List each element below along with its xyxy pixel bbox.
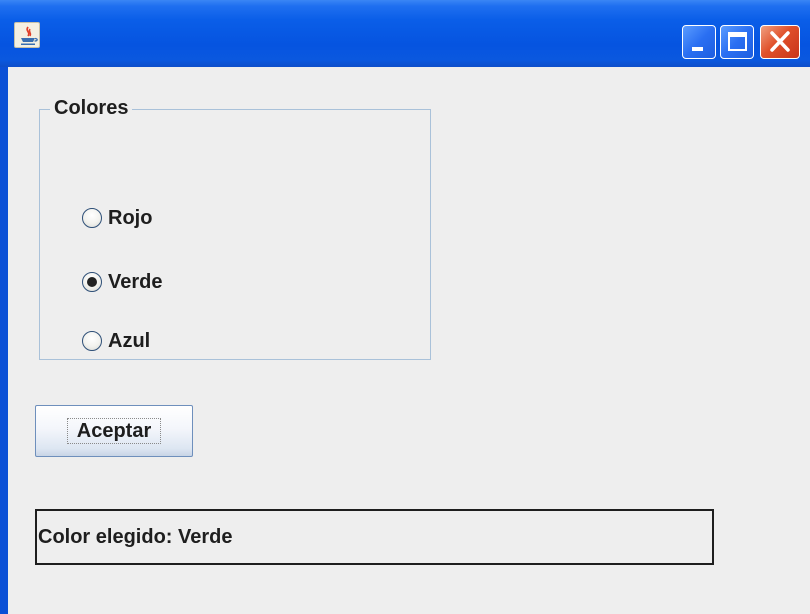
radio-dot bbox=[87, 277, 97, 287]
radio-button-checked[interactable] bbox=[82, 272, 102, 292]
minimize-button[interactable] bbox=[682, 25, 716, 59]
close-icon bbox=[770, 31, 790, 52]
client-area: Colores Rojo Verde Azul Aceptar Color el… bbox=[8, 67, 810, 614]
radio-button-unchecked[interactable] bbox=[82, 208, 102, 228]
accept-button-label: Aceptar bbox=[76, 419, 152, 442]
radio-azul[interactable]: Azul bbox=[82, 327, 150, 355]
accept-button[interactable]: Aceptar bbox=[35, 405, 193, 457]
radio-label-rojo: Rojo bbox=[108, 206, 153, 229]
radio-verde[interactable]: Verde bbox=[82, 268, 162, 296]
radio-label-azul: Azul bbox=[108, 329, 151, 352]
group-title: Colores bbox=[50, 96, 133, 120]
radio-label-verde: Verde bbox=[108, 270, 163, 293]
result-label: Color elegido: Verde bbox=[35, 509, 714, 565]
radio-rojo[interactable]: Rojo bbox=[82, 204, 152, 232]
radio-button-unchecked[interactable] bbox=[82, 331, 102, 351]
maximize-button[interactable] bbox=[720, 25, 754, 59]
minimize-icon bbox=[692, 47, 703, 51]
app-window: Colores Rojo Verde Azul Aceptar Color el… bbox=[0, 0, 810, 614]
title-bar[interactable] bbox=[0, 0, 810, 67]
colors-group: Colores Rojo Verde Azul bbox=[39, 96, 431, 360]
maximize-icon bbox=[728, 32, 747, 51]
close-button[interactable] bbox=[760, 25, 800, 59]
java-app-icon[interactable] bbox=[14, 22, 40, 48]
